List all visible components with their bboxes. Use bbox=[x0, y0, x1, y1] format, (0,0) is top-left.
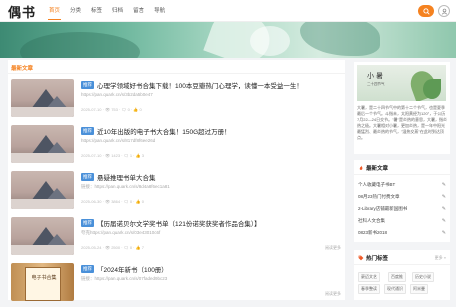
recent-posts-card: 最新文章 个人收藏电子书BT ✎ 08月23热门付费文章 ✎ 2-Library店铺… bbox=[354, 160, 450, 242]
post-thumbnail[interactable] bbox=[11, 217, 74, 255]
read-more-link[interactable]: 阅读更多 bbox=[325, 291, 341, 297]
tag-chip[interactable]: 现代通识 bbox=[384, 284, 406, 294]
user-button[interactable] bbox=[438, 5, 450, 17]
nav-item-home[interactable]: 首页 bbox=[44, 0, 65, 22]
fire-icon bbox=[359, 165, 363, 170]
post-title[interactable]: 近10年出版的电子书大合集！150G超过万册！ bbox=[97, 126, 231, 136]
post-meta: 2025-05-24 · 👁 2500 · 🗨 0 · 👍 7 bbox=[81, 245, 144, 250]
hot-tags-title: 热门标签 bbox=[366, 256, 389, 262]
nav-item-tags[interactable]: 标签 bbox=[86, 0, 107, 22]
recent-post-link[interactable]: 社科人文合集 ✎ bbox=[358, 218, 446, 224]
pencil-icon: ✎ bbox=[441, 218, 446, 224]
post-tag[interactable]: 推荐 bbox=[81, 265, 94, 273]
latest-posts-panel: 最新文章 推荐 心理学领域好书合集下载！100本豆瓣热门心理学，读懂一本受益一生… bbox=[8, 60, 345, 301]
hot-tags-heading: 热门标签 bbox=[358, 254, 388, 262]
post-meta: 2025-07-10 · 👁 753 · 🗨 0 · 👍 0 bbox=[81, 107, 142, 112]
post-tag[interactable]: 推荐 bbox=[81, 173, 94, 181]
read-more-link[interactable]: 阅读更多 bbox=[325, 245, 341, 251]
site-logo[interactable]: 偶书 bbox=[8, 2, 36, 21]
tag-chip[interactable]: 历史小说 bbox=[412, 272, 434, 282]
post-title[interactable]: 【历届诺贝尔文学奖书单（121份诺奖获奖者作品合集）】 bbox=[97, 218, 261, 228]
promo-image[interactable]: 小暑 二十四节气 bbox=[357, 65, 446, 101]
nav-item-archive[interactable]: 归档 bbox=[107, 0, 128, 22]
post-tag[interactable]: 推荐 bbox=[81, 219, 94, 227]
post-item[interactable]: 推荐 悬疑推理书单大合集 链接：https://pan.quark.cn/s/8… bbox=[11, 171, 341, 215]
post-thumbnail[interactable]: 电子书合集 bbox=[11, 263, 74, 301]
user-icon bbox=[441, 8, 447, 15]
promo-description: 大暑，是二十四节气中的第十二个节气，也是夏季最后一个节气。斗指未，太阳黄经为12… bbox=[357, 105, 447, 140]
search-button[interactable] bbox=[418, 5, 434, 17]
post-item[interactable]: 推荐 【历届诺贝尔文学奖书单（121份诺奖获奖者作品合集）】 夸克https:/… bbox=[11, 217, 341, 261]
post-thumbnail[interactable] bbox=[11, 171, 74, 209]
pencil-icon: ✎ bbox=[441, 230, 446, 236]
recent-post-link[interactable]: 2-Library店铺最新国图书 ✎ bbox=[358, 206, 446, 212]
pencil-icon: ✎ bbox=[441, 206, 446, 212]
post-item[interactable]: 推荐 近10年出版的电子书大合集！150G超过万册！ https://pan.q… bbox=[11, 125, 341, 169]
tags-more-link[interactable]: 更多 » bbox=[435, 255, 446, 261]
top-navigation-bar: 偶书 首页 分类 标签 归档 留言 导航 bbox=[0, 0, 456, 22]
post-title[interactable]: 悬疑推理书单大合集 bbox=[97, 172, 156, 182]
recent-post-link[interactable]: 08月23热门付费文章 ✎ bbox=[358, 194, 446, 200]
tag-chip[interactable]: 豪迈文艺 bbox=[358, 272, 380, 282]
nav-item-navigation[interactable]: 导航 bbox=[149, 0, 170, 22]
post-excerpt: 链接：https://pan.quark.cn/s/8d4a8f6ec1a81 bbox=[81, 184, 170, 189]
tag-chip[interactable]: 阿米曼 bbox=[410, 284, 428, 294]
post-thumbnail[interactable] bbox=[11, 125, 74, 163]
book-cover-text: 电子书合集 bbox=[31, 275, 57, 281]
post-thumbnail[interactable] bbox=[11, 79, 74, 117]
tag-icon bbox=[358, 255, 364, 261]
nav-item-category[interactable]: 分类 bbox=[65, 0, 86, 22]
promo-title: 小暑 bbox=[367, 72, 385, 80]
post-title[interactable]: 「2024年新书（100册） bbox=[97, 264, 168, 274]
recent-post-link[interactable]: 0823新书2018 ✎ bbox=[358, 230, 446, 236]
tag-chip[interactable]: 春季整读 bbox=[358, 284, 380, 294]
section-title: 最新文章 bbox=[11, 66, 34, 72]
post-excerpt: https://pan.quark.cn/s/817df8f6ee26d bbox=[81, 138, 156, 143]
tag-chip[interactable]: 百度推 bbox=[388, 272, 406, 282]
post-item[interactable]: 推荐 心理学领域好书合集下载！100本豆瓣热门心理学，读懂一本受益一生！ htt… bbox=[11, 79, 341, 123]
pencil-icon: ✎ bbox=[441, 182, 446, 188]
recent-post-link[interactable]: 个人收藏电子书BT ✎ bbox=[358, 182, 446, 188]
post-excerpt: https://pan.quark.cn/s/3b2da5b0e47 bbox=[81, 92, 153, 97]
hot-tags-card: 热门标签 更多 » 豪迈文艺 百度推 历史小说 春季整读 现代通识 阿米曼 bbox=[354, 250, 450, 300]
promo-subtitle: 二十四节气 bbox=[367, 82, 385, 86]
search-icon bbox=[422, 7, 430, 15]
post-meta: 2025-06-30 · 👁 3864 · 🗨 0 · 👍 0 bbox=[81, 199, 144, 204]
post-excerpt: 链接：https://pan.quark.cn/s/07faded9bc23 bbox=[81, 276, 168, 281]
pencil-icon: ✎ bbox=[441, 194, 446, 200]
recent-posts-title: 最新文章 bbox=[366, 166, 389, 172]
recent-posts-heading: 最新文章 bbox=[358, 164, 388, 172]
main-nav: 首页 分类 标签 归档 留言 导航 bbox=[44, 0, 170, 22]
nav-item-message[interactable]: 留言 bbox=[128, 0, 149, 22]
post-meta: 2025-07-10 · 👁 1423 · 🗨 1 · 👍 3 bbox=[81, 153, 144, 158]
post-tag[interactable]: 推荐 bbox=[81, 127, 94, 135]
post-tag[interactable]: 推荐 bbox=[81, 81, 94, 89]
solar-term-promo-card: 小暑 二十四节气 大暑，是二十四节气中的第十二个节气，也是夏季最后一个节气。斗指… bbox=[354, 62, 450, 154]
post-item[interactable]: 电子书合集 推荐 「2024年新书（100册） 链接：https://pan.q… bbox=[11, 263, 341, 307]
post-title[interactable]: 心理学领域好书合集下载！100本豆瓣热门心理学，读懂一本受益一生！ bbox=[97, 80, 303, 90]
hero-banner bbox=[0, 22, 456, 58]
post-excerpt: 夸克https://pan.quark.cn/s/03e43010c6f bbox=[81, 230, 161, 235]
